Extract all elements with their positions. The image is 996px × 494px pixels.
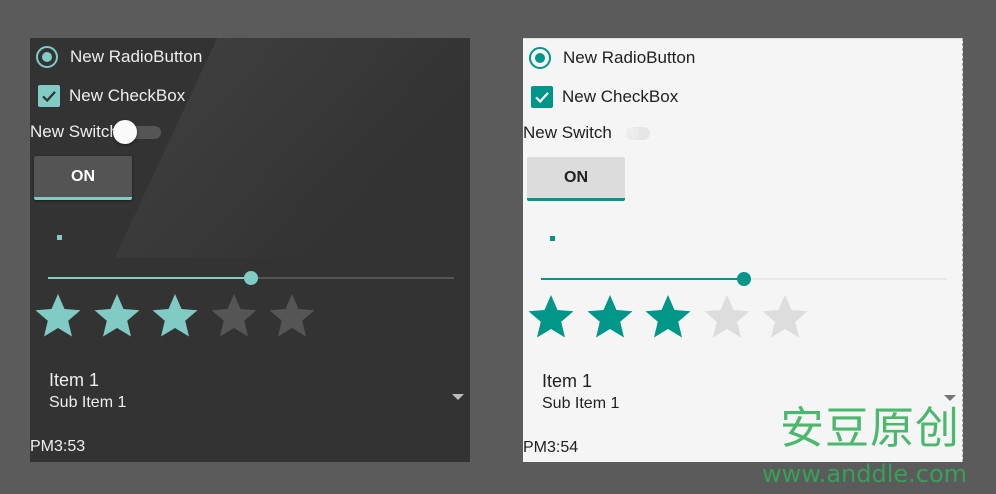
rating-bar[interactable]: [527, 293, 820, 341]
checkbox-checked-icon: [531, 86, 553, 108]
switch[interactable]: New Switch: [30, 120, 165, 144]
toggle-button[interactable]: ON: [34, 156, 132, 200]
spinner-subtitle: Sub Item 1: [542, 395, 620, 412]
dropdown-arrow-icon: [944, 395, 956, 401]
toggle-button-label: ON: [564, 168, 588, 186]
light-theme-panel: New RadioButton New CheckBox New Switch …: [523, 38, 963, 462]
radio-button[interactable]: New RadioButton: [529, 45, 695, 71]
star-filled-icon[interactable]: [586, 293, 634, 341]
star-filled-icon[interactable]: [151, 292, 199, 340]
toggle-button-label: ON: [71, 167, 95, 185]
checkbox[interactable]: New CheckBox: [38, 84, 185, 108]
radio-label: New RadioButton: [563, 48, 696, 67]
watermark: 安豆原创 www.anddle.com: [762, 403, 967, 489]
panel-sheen: [114, 38, 470, 258]
switch-label: New Switch: [30, 122, 119, 141]
radio-button[interactable]: New RadioButton: [36, 44, 202, 70]
seek-bar[interactable]: [541, 269, 947, 289]
star-empty-icon[interactable]: [703, 293, 751, 341]
spinner-title: Item 1: [49, 370, 100, 390]
progress-indicator: [57, 235, 62, 240]
rating-bar[interactable]: [34, 292, 327, 340]
radio-label: New RadioButton: [70, 47, 203, 66]
switch-label: New Switch: [523, 123, 612, 142]
checkbox-label: New CheckBox: [562, 87, 679, 106]
spinner[interactable]: Item 1 Sub Item 1: [49, 368, 470, 416]
spinner-subtitle: Sub Item 1: [49, 394, 127, 411]
watermark-chinese-text: 安豆原创: [780, 403, 960, 454]
dark-theme-panel: New RadioButton New CheckBox New Switch …: [30, 38, 470, 462]
toggle-button[interactable]: ON: [527, 157, 625, 201]
dropdown-arrow-icon: [452, 394, 464, 400]
spinner-title: Item 1: [542, 371, 593, 391]
switch-toggle[interactable]: [112, 120, 165, 144]
progress-indicator: [550, 236, 555, 241]
star-filled-icon[interactable]: [527, 293, 575, 341]
star-empty-icon[interactable]: [761, 293, 809, 341]
seek-bar-thumb[interactable]: [737, 272, 751, 286]
radio-icon: [36, 46, 58, 68]
star-filled-icon[interactable]: [34, 292, 82, 340]
star-empty-icon[interactable]: [268, 292, 316, 340]
seek-bar-thumb[interactable]: [244, 271, 258, 285]
switch-toggle[interactable]: [622, 121, 668, 145]
radio-icon: [529, 47, 551, 69]
seek-bar[interactable]: [48, 268, 454, 288]
star-filled-icon[interactable]: [644, 293, 692, 341]
checkbox-checked-icon: [38, 85, 60, 107]
checkbox-label: New CheckBox: [69, 86, 186, 105]
star-empty-icon[interactable]: [210, 292, 258, 340]
checkbox[interactable]: New CheckBox: [531, 85, 678, 109]
star-filled-icon[interactable]: [93, 292, 141, 340]
text-clock: PM3:54: [523, 439, 579, 456]
watermark-url: www.anddle.com: [762, 460, 968, 488]
switch[interactable]: New Switch: [523, 121, 668, 145]
text-clock: PM3:53: [30, 438, 86, 455]
